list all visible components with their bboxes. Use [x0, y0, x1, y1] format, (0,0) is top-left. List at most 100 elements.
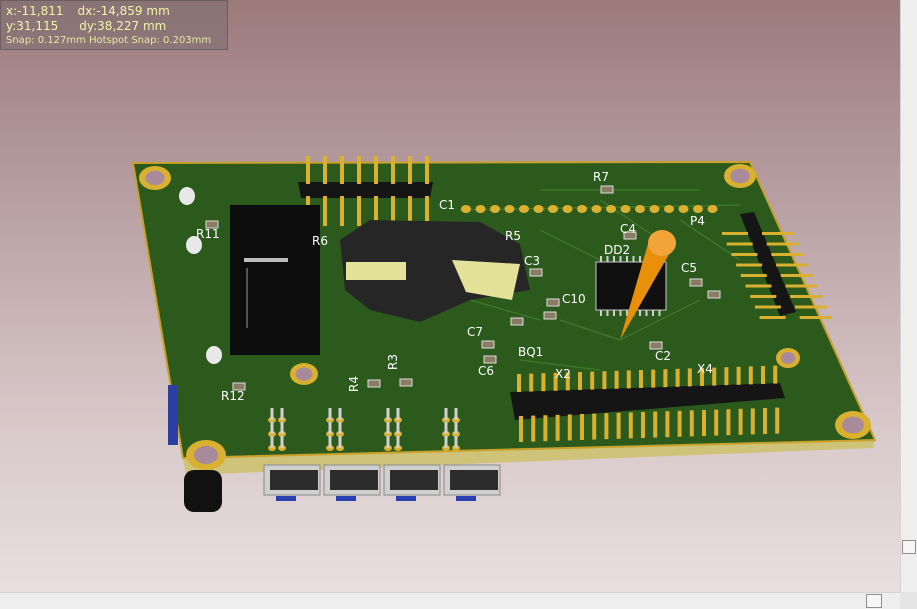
smd-component [707, 290, 721, 299]
pin-lead [338, 436, 342, 448]
via-pad [519, 205, 529, 213]
header-pin [541, 373, 546, 392]
battery-contact [346, 262, 406, 280]
header-pin [519, 416, 523, 442]
coordinate-readout: x:-11,811 dx:-14,859 mm y:31,115 dy:38,227… [0, 0, 228, 50]
header-pin [799, 316, 832, 319]
smd-component [543, 311, 557, 320]
via-pad [707, 205, 718, 213]
via-pad [533, 205, 544, 213]
header-pin [726, 409, 731, 436]
pin-lead [270, 408, 274, 420]
header-pin [750, 408, 755, 435]
via-pad [678, 205, 689, 213]
header-pin [391, 156, 395, 184]
mounting-hole-bore [145, 170, 165, 186]
header-pin [323, 196, 327, 226]
pin-lead [386, 436, 390, 448]
header-pin [736, 263, 763, 267]
dx-label: dx: [77, 4, 97, 18]
led-component [179, 187, 195, 205]
vertical-scroll-thumb[interactable] [902, 540, 916, 554]
ic-pin [613, 310, 615, 316]
header-pin [722, 232, 748, 235]
label-x2: X2 [555, 367, 571, 381]
smd-component [600, 185, 614, 194]
pin-lead [328, 408, 332, 420]
header-pin [531, 415, 536, 442]
pin-lead [338, 408, 342, 420]
ic-pin [652, 310, 654, 316]
label-c2: C2 [655, 349, 671, 363]
mounting-hole-bore [295, 367, 313, 381]
header-pin [790, 295, 823, 298]
label-c1: C1 [439, 198, 455, 212]
header-pin [663, 369, 668, 388]
pin-lead [328, 436, 332, 448]
3d-pcb-viewport[interactable]: R7 R11 R12 R6 R5 R4 R3 C1 C2 C3 C4 C5 C6… [0, 0, 900, 592]
horizontal-scrollbar[interactable] [0, 592, 900, 609]
snap-info: Snap: 0.127mm Hotspot Snap: 0.203mm [6, 35, 212, 46]
pcb-3d-scene[interactable]: R7 R11 R12 R6 R5 R4 R3 C1 C2 C3 C4 C5 C6… [0, 0, 900, 592]
x-label: x: [6, 4, 18, 18]
label-c4: C4 [620, 222, 636, 236]
pin-lead [396, 408, 400, 420]
label-bq1: BQ1 [518, 345, 543, 359]
vertical-scrollbar[interactable] [900, 0, 917, 592]
via-pad [606, 205, 616, 213]
y-label: y: [6, 19, 17, 33]
ic-pin [619, 310, 622, 316]
via-pad [548, 205, 558, 213]
header-pin [763, 408, 767, 434]
via-pad [504, 205, 515, 213]
box-connector-edge [246, 268, 248, 328]
ic-pin [639, 256, 641, 262]
header-pin [517, 374, 521, 392]
header-pin [724, 367, 729, 386]
header-pin [604, 413, 609, 440]
box-connector [230, 205, 320, 355]
header-pin [425, 156, 429, 184]
via-pad [577, 205, 587, 213]
smd-component [510, 317, 524, 326]
header-pin [590, 371, 595, 390]
header-pin [578, 372, 582, 390]
led-component [206, 346, 222, 364]
via-pad [475, 205, 486, 213]
header-pin [794, 305, 827, 309]
label-r5: R5 [505, 229, 521, 243]
horizontal-scroll-thumb[interactable] [866, 594, 882, 608]
header-pin [306, 156, 310, 184]
ic-pin [600, 256, 602, 262]
via-pad [620, 205, 631, 213]
label-c7: C7 [467, 325, 483, 339]
via-pad [591, 205, 602, 213]
header-pin [555, 414, 560, 441]
scrollbar-corner [900, 592, 917, 609]
label-p4: P4 [690, 214, 705, 228]
via-pad [664, 205, 674, 213]
header-pin [529, 373, 534, 392]
pin-lead [454, 436, 458, 448]
header-pin [754, 305, 781, 309]
header-pin [374, 156, 378, 184]
smd-component [649, 341, 663, 350]
header-pin [785, 284, 818, 288]
label-c6: C6 [478, 364, 494, 378]
header-pin [689, 410, 694, 437]
ic-pin [639, 310, 641, 316]
push-button-base [276, 496, 296, 501]
header-pin [323, 156, 327, 184]
pin-lead [270, 422, 274, 434]
header-pin [357, 196, 361, 226]
mounting-hole-bore [194, 446, 218, 464]
pin-lead [454, 408, 458, 420]
label-r4: R4 [347, 376, 361, 392]
y-value: 31,115 [16, 19, 59, 33]
push-button-cap [270, 470, 318, 490]
via-pad [693, 205, 703, 213]
pin-lead [396, 436, 400, 448]
header-pin [738, 408, 743, 435]
label-r11: R11 [196, 227, 220, 241]
header-pin [745, 284, 772, 288]
